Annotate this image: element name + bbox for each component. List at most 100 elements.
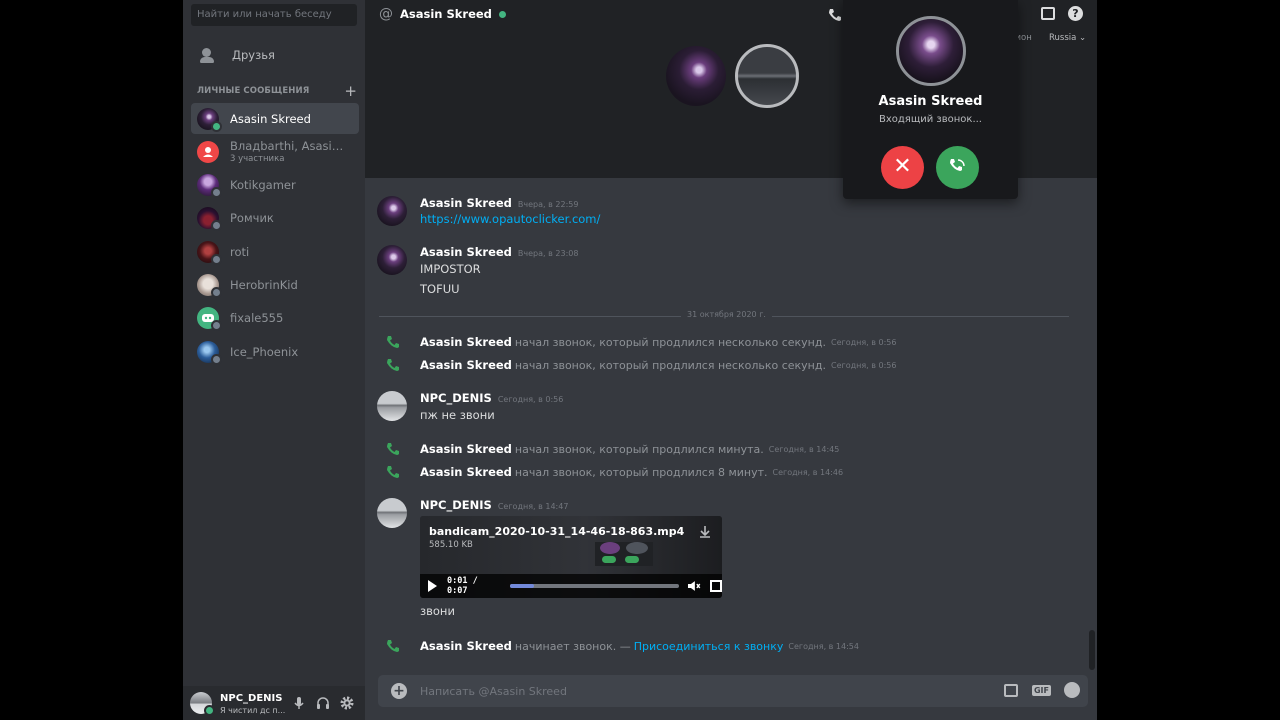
gift-icon[interactable] (1003, 683, 1018, 697)
message-link[interactable]: https://www.opautoclicker.com/ (420, 212, 600, 226)
phone-icon (387, 640, 399, 652)
message-author[interactable]: NPC_DENIS Сегодня, в 0:56 (420, 391, 563, 405)
dm-item-group[interactable]: Владbarthi, Asasin S... 3 участника (191, 136, 359, 167)
message-timestamp: Сегодня, в 0:56 (497, 395, 564, 404)
dm-item-roti[interactable]: roti (191, 236, 359, 267)
dm-name: Asasin Skreed (230, 111, 311, 126)
user-panel: NPC_DENIS Я чистил дс п... (183, 686, 365, 720)
upload-plus-icon[interactable]: + (391, 683, 407, 699)
call-system-message: Asasin Skreed начинает звонок. — Присоед… (365, 636, 1085, 656)
phone-icon (387, 466, 399, 478)
discord-logo-icon (197, 307, 222, 332)
video-controls: 0:01 / 0:07 (420, 574, 722, 598)
caller-name: Asasin Skreed (878, 94, 983, 109)
offline-status-icon (211, 320, 222, 332)
author-name[interactable]: Asasin Skreed (420, 358, 512, 372)
video-attachment[interactable]: bandicam_2020-10-31_14-46-18-863.mp4 585… (420, 516, 722, 598)
message-timestamp: Сегодня, в 14:46 (772, 467, 844, 477)
fullscreen-icon[interactable] (710, 580, 722, 592)
download-icon[interactable] (698, 525, 712, 539)
dm-name: HerobrinKid (230, 277, 298, 292)
dm-name: Ice_Phoenix (230, 344, 299, 359)
avatar (197, 240, 222, 265)
volume-muted-icon[interactable] (687, 580, 701, 592)
dm-member-count: 3 участника (230, 154, 285, 165)
message-list: Asasin Skreed Вчера, в 22:59 https://www.… (365, 178, 1097, 668)
at-sign-icon: @ (379, 6, 393, 22)
message-author[interactable]: NPC_DENIS Сегодня, в 14:47 (420, 498, 568, 512)
message-author[interactable]: Asasin Skreed Вчера, в 23:08 (420, 245, 578, 259)
friends-icon (200, 45, 220, 65)
scrollbar-thumb[interactable] (1089, 630, 1095, 670)
dm-name: Kotikgamer (230, 178, 296, 193)
dm-name: roti (230, 244, 250, 259)
dm-item-romchik[interactable]: Ромчик (191, 203, 359, 234)
gif-button[interactable]: GIF (1031, 684, 1051, 696)
message-timestamp: Сегодня, в 0:56 (830, 337, 897, 347)
author-name: Asasin Skreed (420, 245, 512, 259)
avatar[interactable] (377, 391, 407, 421)
avatar[interactable] (377, 196, 407, 226)
dm-item-herobrinkid[interactable]: HerobrinKid (191, 269, 359, 300)
caller-avatar (896, 16, 966, 86)
message-composer: + Написать @Asasin Skreed GIF (378, 675, 1088, 707)
message-timestamp: Вчера, в 22:59 (517, 200, 579, 209)
dm-item-ice-phoenix[interactable]: Ice_Phoenix (191, 336, 359, 367)
close-icon: ✕ (893, 154, 912, 179)
phone-icon (387, 443, 399, 455)
join-call-link[interactable]: Присоединиться к звонку (634, 640, 784, 653)
message-text: TOFUU (420, 282, 460, 296)
create-dm-button[interactable]: + (344, 82, 357, 100)
help-icon[interactable]: ? (1068, 6, 1083, 21)
incoming-call-popup: Asasin Skreed Входящий звонок... ✕ (843, 0, 1018, 199)
play-icon[interactable] (428, 580, 437, 592)
message-input[interactable]: Написать @Asasin Skreed (420, 685, 567, 698)
video-filename[interactable]: bandicam_2020-10-31_14-46-18-863.mp4 (429, 525, 684, 538)
headphones-icon[interactable] (315, 695, 331, 711)
user-custom-status: Я чистил дс п... (220, 706, 286, 715)
video-progress-fill (510, 584, 534, 588)
online-status-icon (498, 10, 506, 18)
author-name[interactable]: Asasin Skreed (420, 335, 512, 349)
avatar (197, 207, 222, 232)
user-name: NPC_DENIS (220, 693, 283, 704)
author-name[interactable]: Asasin Skreed (420, 442, 512, 456)
author-name: NPC_DENIS (420, 498, 492, 512)
user-avatar[interactable] (190, 692, 215, 716)
call-participant-avatar (666, 46, 726, 106)
dm-item-fixale555[interactable]: fixale555 (191, 303, 359, 334)
call-status: Входящий звонок... (879, 114, 982, 125)
friends-button[interactable]: Друзья (191, 41, 359, 69)
online-status-icon (211, 120, 222, 132)
phone-icon (387, 359, 399, 371)
dm-name: Владbarthi, Asasin S... (230, 139, 350, 154)
dm-name: Ромчик (230, 211, 274, 226)
avatar[interactable] (377, 245, 407, 275)
dm-item-kotikgamer[interactable]: Kotikgamer (191, 170, 359, 201)
discord-window: Найти или начать беседу Друзья ЛИЧНЫЕ СО… (183, 0, 1097, 720)
chevron-down-icon: ⌄ (1079, 33, 1087, 43)
avatar[interactable] (377, 498, 407, 528)
message-text: звони (420, 604, 455, 618)
call-text: начал звонок, который продлился минута. (514, 442, 764, 456)
message-author[interactable]: Asasin Skreed Вчера, в 22:59 (420, 196, 578, 210)
inbox-icon[interactable] (1041, 7, 1055, 20)
author-name: Asasin Skreed (420, 196, 512, 210)
dm-list: Asasin Skreed Владbarthi, Asasin S... 3 … (191, 103, 359, 369)
friends-label: Друзья (232, 48, 275, 62)
author-name[interactable]: Asasin Skreed (420, 465, 512, 479)
microphone-icon[interactable] (291, 695, 307, 711)
author-name[interactable]: Asasin Skreed (420, 639, 512, 653)
start-call-icon[interactable] (827, 7, 843, 23)
date-divider: 31 октября 2020 г. (379, 310, 1069, 319)
dm-item-asasin-skreed[interactable]: Asasin Skreed (191, 103, 359, 134)
message-timestamp: Сегодня, в 14:45 (768, 444, 840, 454)
search-input[interactable]: Найти или начать беседу (191, 4, 357, 26)
call-text: начал звонок, который продлился нескольк… (514, 335, 826, 349)
region-selector[interactable]: Russia ⌄ (1049, 33, 1086, 43)
emoji-icon[interactable] (1064, 682, 1080, 698)
settings-gear-icon[interactable] (339, 695, 355, 711)
video-seek-bar[interactable] (510, 584, 680, 588)
avatar (197, 340, 222, 365)
dm-header-label: ЛИЧНЫЕ СООБЩЕНИЯ (197, 86, 310, 96)
